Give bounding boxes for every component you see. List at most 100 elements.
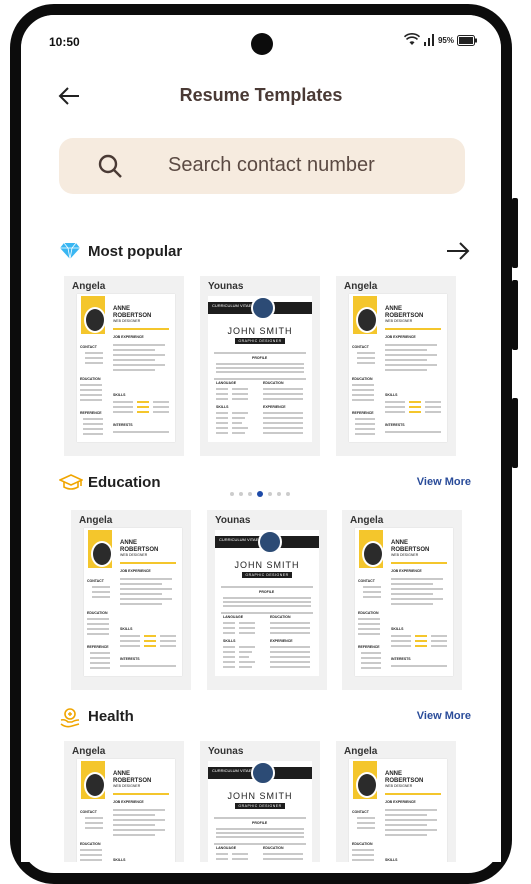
preview-text: SKILLS xyxy=(223,639,236,643)
arrow-right-icon[interactable] xyxy=(445,240,471,262)
template-card[interactable]: Angela ANNE ROBERTSON WEB DESIGNER JOB EXPER… xyxy=(336,276,456,456)
text-line xyxy=(113,411,133,413)
text-line xyxy=(358,618,380,620)
text-line xyxy=(113,834,155,836)
preview-text: ANNE xyxy=(120,540,138,546)
preview-name: JOHN SMITH xyxy=(234,560,300,570)
text-line xyxy=(120,583,162,585)
text-line xyxy=(425,406,441,408)
preview-text: PROFILE xyxy=(259,590,275,594)
text-line xyxy=(153,411,169,413)
text-line xyxy=(120,588,172,590)
section-header-most-popular: Most popular xyxy=(59,240,471,266)
text-line xyxy=(216,853,228,855)
view-more-link[interactable]: View More xyxy=(417,476,471,488)
text-line xyxy=(223,605,311,607)
text-line xyxy=(216,858,228,860)
preview-text: CONTACT xyxy=(352,810,369,814)
template-card[interactable]: Angela ANNE ROBERTSON WEB DESIGNER JOB EXPER… xyxy=(71,510,191,690)
template-card[interactable]: Angela ANNE ROBERTSON WEB DESIGNER JOB EXPER… xyxy=(336,741,456,862)
template-name: Younas xyxy=(208,746,244,757)
text-line xyxy=(214,817,306,819)
text-line xyxy=(391,578,443,580)
text-line xyxy=(391,593,433,595)
avatar xyxy=(84,772,106,798)
text-line xyxy=(391,665,447,667)
text-line xyxy=(221,612,313,614)
text-line xyxy=(431,640,447,642)
template-card[interactable]: Angela ANNE ROBERTSON WEB DESIGNER JOB EXPER… xyxy=(64,741,184,862)
template-card[interactable]: Angela ANNE ROBERTSON WEB DESIGNER JOB EXPER… xyxy=(342,510,462,690)
avatar xyxy=(356,307,378,333)
text-line xyxy=(216,412,228,414)
text-line xyxy=(223,646,235,648)
template-name: Angela xyxy=(72,746,106,757)
text-line xyxy=(113,344,165,346)
text-line xyxy=(92,586,110,588)
text-line xyxy=(409,406,421,408)
template-card[interactable]: Younas CURRICULUM VITAE JOHN SMITH GRAPHIC … xyxy=(207,510,327,690)
preview-text: EXPERIENCE xyxy=(270,639,293,643)
text-line xyxy=(216,367,304,369)
resume-preview: ANNE ROBERTSON WEB DESIGNER JOB EXPERIENCE C… xyxy=(77,294,175,442)
text-line xyxy=(113,364,165,366)
text-line xyxy=(223,632,235,634)
text-line xyxy=(352,384,374,386)
text-line xyxy=(85,357,103,359)
text-line xyxy=(361,667,381,669)
preview-text: SKILLS xyxy=(113,393,126,397)
text-line xyxy=(113,349,155,351)
text-line xyxy=(361,652,381,654)
app-header: Resume Templates xyxy=(21,81,501,111)
text-line xyxy=(113,401,133,403)
template-name: Angela xyxy=(344,281,378,292)
text-line xyxy=(223,656,235,658)
status-icons: 95% xyxy=(403,33,477,47)
text-line xyxy=(160,645,176,647)
search-input[interactable]: Search contact number xyxy=(59,138,465,194)
text-line xyxy=(270,646,310,648)
text-line xyxy=(113,369,155,371)
text-line xyxy=(120,578,172,580)
view-more-link[interactable]: View More xyxy=(417,710,471,722)
text-line xyxy=(113,829,165,831)
status-time: 10:50 xyxy=(49,35,80,49)
text-line xyxy=(263,412,303,414)
section-header-education: Education View More xyxy=(59,471,471,497)
text-line xyxy=(357,822,375,824)
section-title: Health xyxy=(88,708,134,725)
text-line xyxy=(391,583,433,585)
text-line xyxy=(87,633,109,635)
text-line xyxy=(385,401,405,403)
template-card[interactable]: Younas CURRICULUM VITAE JOHN SMITH GRAPHIC … xyxy=(200,741,320,862)
preview-text: ANNE xyxy=(391,540,409,546)
text-line xyxy=(216,422,228,424)
text-line xyxy=(232,853,248,855)
text-line xyxy=(216,417,228,419)
text-line xyxy=(87,618,109,620)
text-line xyxy=(385,431,441,433)
text-line xyxy=(363,596,381,598)
text-line xyxy=(144,640,156,642)
preview-text: INTERESTS xyxy=(385,423,405,427)
search-icon xyxy=(98,154,122,178)
template-name: Angela xyxy=(350,515,384,526)
text-line xyxy=(239,666,252,668)
text-line xyxy=(415,635,427,637)
text-line xyxy=(263,853,303,855)
preview-text: INTERESTS xyxy=(113,423,133,427)
text-line xyxy=(239,627,255,629)
preview-text: WEB DESIGNER xyxy=(113,784,141,788)
text-line xyxy=(85,362,103,364)
section-title: Education xyxy=(88,474,161,491)
text-line xyxy=(391,562,447,564)
text-line xyxy=(385,344,437,346)
text-line xyxy=(391,598,443,600)
template-card[interactable]: Younas CURRICULUM VITAE JOHN SMITH GRAPHIC … xyxy=(200,276,320,456)
text-line xyxy=(92,596,110,598)
text-line xyxy=(409,401,421,403)
text-line xyxy=(90,657,110,659)
text-line xyxy=(144,635,156,637)
template-name: Angela xyxy=(72,281,106,292)
template-card[interactable]: Angela ANNE ROBERTSON WEB DESIGNER JOB EXPER… xyxy=(64,276,184,456)
